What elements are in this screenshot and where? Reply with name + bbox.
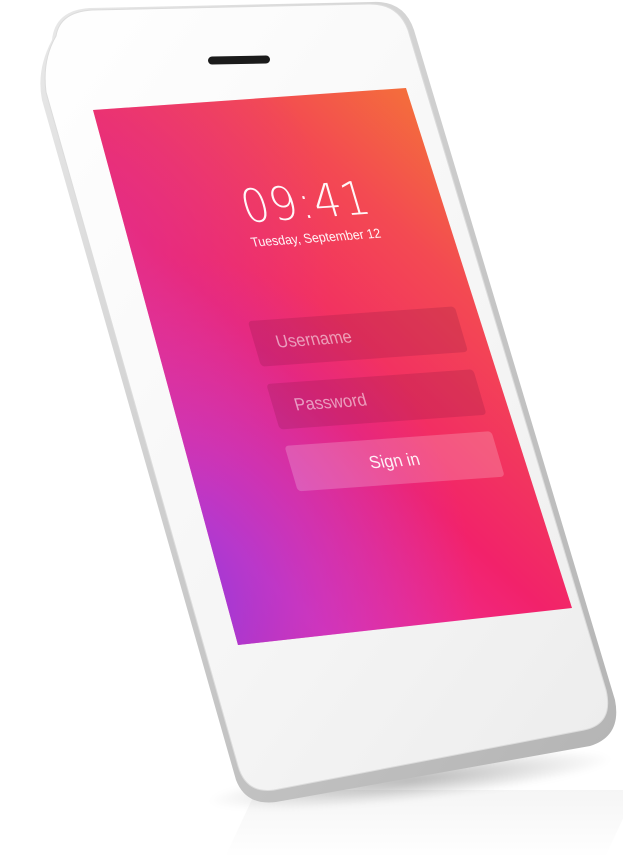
sign-in-button[interactable]: Sign in (284, 431, 505, 492)
username-placeholder: Username (273, 326, 355, 352)
password-input[interactable]: Password (266, 369, 487, 430)
sign-in-label: Sign in (366, 449, 423, 473)
username-input[interactable]: Username (247, 306, 469, 367)
clock-time: 09:41 (234, 171, 378, 235)
scene: 09:41 Tuesday, September 12 Username Pas… (0, 0, 623, 855)
earpiece (208, 55, 270, 65)
password-placeholder: Password (291, 389, 370, 415)
